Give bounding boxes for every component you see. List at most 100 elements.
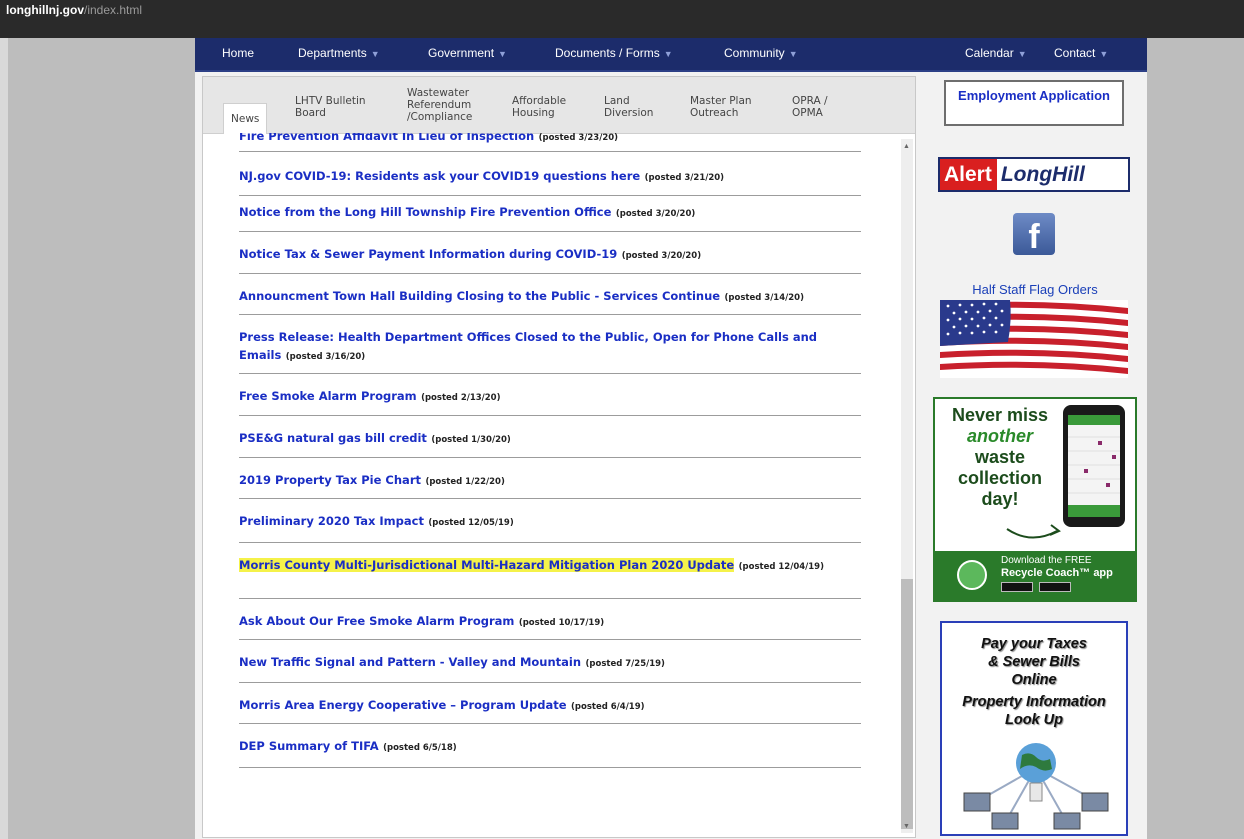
scroll-down-icon[interactable]: ▼ (903, 823, 910, 830)
scrollbar-thumb[interactable] (901, 579, 913, 829)
half-staff-label: Half Staff Flag Orders (972, 282, 1098, 297)
news-item[interactable]: Ask About Our Free Smoke Alarm Program (… (239, 598, 861, 640)
news-link[interactable]: Ask About Our Free Smoke Alarm Program (239, 614, 514, 628)
flag-graphic (940, 300, 1128, 378)
sidebar: Employment Application Alert LongHill f H… (930, 76, 1140, 836)
tab-label: Wastewater Referendum /Compliance (407, 87, 473, 123)
recycle-message: Never miss another waste collection day! (941, 405, 1059, 510)
scroll-up-icon[interactable]: ▲ (903, 143, 910, 150)
tab-bar: News LHTV Bulletin Board Wastewater Refe… (203, 77, 915, 134)
news-date: (posted 12/05/19) (428, 518, 514, 528)
tab-opra-opma[interactable]: OPRA / OPMA (792, 95, 842, 119)
pay-taxes-banner[interactable]: Pay your Taxes & Sewer Bills Online Prop… (940, 621, 1128, 836)
nav-item-home[interactable]: Home (222, 46, 254, 60)
nav-item-documents-forms[interactable]: Documents / Forms ▼ (555, 46, 673, 60)
news-link[interactable]: New Traffic Signal and Pattern - Valley … (239, 655, 581, 669)
recycle-line: day! (981, 489, 1019, 509)
news-link[interactable]: DEP Summary of TIFA (239, 739, 379, 753)
page-background-right (1147, 38, 1244, 839)
employment-label: Employment Application (958, 88, 1110, 103)
news-date: (posted 3/23/20) (538, 133, 619, 143)
news-item[interactable]: Notice from the Long Hill Township Fire … (239, 195, 861, 232)
nav-label: Contact (1054, 46, 1096, 60)
nav-item-contact[interactable]: Contact ▼ (1054, 46, 1108, 60)
recycle-line: Never miss (951, 405, 1049, 425)
news-link[interactable]: Fire Prevention Affidavit In Lieu of Ins… (239, 133, 534, 143)
news-link[interactable]: Free Smoke Alarm Program (239, 389, 417, 403)
news-date: (posted 3/20/20) (615, 209, 696, 219)
nav-item-calendar[interactable]: Calendar ▼ (965, 46, 1027, 60)
tab-lhtv-bulletin-board[interactable]: LHTV Bulletin Board (295, 95, 385, 119)
us-flag-image[interactable] (940, 300, 1128, 378)
chevron-down-icon: ▼ (1017, 49, 1027, 59)
tab-wastewater-referendum[interactable]: Wastewater Referendum /Compliance (407, 87, 487, 123)
news-link[interactable]: Morris County Multi-Jurisdictional Multi… (239, 558, 735, 572)
news-item-highlighted[interactable]: Morris County Multi-Jurisdictional Multi… (239, 542, 861, 599)
nav-label: Calendar (965, 46, 1014, 60)
news-item[interactable]: Fire Prevention Affidavit In Lieu of Ins… (239, 133, 861, 152)
tab-affordable-housing[interactable]: Affordable Housing (512, 95, 582, 119)
news-link[interactable]: Notice Tax & Sewer Payment Information d… (239, 247, 617, 261)
nav-label: Home (222, 46, 255, 60)
url-text[interactable]: longhillnj.gov/index.html (6, 3, 142, 17)
nav-label: Documents / Forms (555, 46, 660, 60)
news-item[interactable]: New Traffic Signal and Pattern - Valley … (239, 639, 861, 683)
employment-application-button[interactable]: Employment Application (944, 80, 1124, 126)
news-item[interactable]: NJ.gov COVID-19: Residents ask your COVI… (239, 151, 861, 196)
news-link[interactable]: Announcment Town Hall Building Closing t… (239, 289, 720, 303)
news-link[interactable]: Morris Area Energy Cooperative – Program… (239, 698, 567, 712)
scrollbar[interactable]: ▲ ▼ (901, 139, 913, 833)
news-list: Fire Prevention Affidavit In Lieu of Ins… (239, 133, 861, 833)
tab-news[interactable]: News (223, 103, 268, 134)
tab-land-diversion[interactable]: Land Diversion (604, 95, 664, 119)
network-computers-icon (963, 743, 1109, 830)
alert-text: Alert (940, 159, 997, 190)
taxes-line: Property Information (962, 694, 1106, 710)
news-item[interactable]: Free Smoke Alarm Program (posted 2/13/20… (239, 373, 861, 416)
news-date: (posted 6/4/19) (571, 702, 645, 712)
news-item[interactable]: PSE&G natural gas bill credit (posted 1/… (239, 415, 861, 458)
news-item[interactable]: Announcment Town Hall Building Closing t… (239, 273, 861, 315)
news-date: (posted 6/5/18) (383, 743, 457, 753)
google-play-badge-icon[interactable] (1001, 582, 1033, 592)
recycle-line: collection (957, 468, 1042, 488)
news-item[interactable]: Notice Tax & Sewer Payment Information d… (239, 231, 861, 274)
recycle-coach-logo-icon (957, 560, 987, 590)
alert-longhill-banner[interactable]: Alert LongHill (938, 157, 1130, 192)
nav-item-government[interactable]: Government ▼ (428, 46, 507, 60)
nav-item-community[interactable]: Community ▼ (724, 46, 798, 60)
news-date: (posted 1/22/20) (425, 477, 505, 487)
nav-item-departments[interactable]: Departments ▼ (298, 46, 380, 60)
recycle-coach-banner[interactable]: Never miss another waste collection day! (933, 397, 1137, 602)
longhill-text: LongHill (1000, 163, 1085, 186)
news-link[interactable]: 2019 Property Tax Pie Chart (239, 473, 421, 487)
news-date: (posted 3/20/20) (621, 251, 702, 261)
app-store-badge-icon[interactable] (1038, 582, 1071, 592)
news-date: (posted 3/16/20) (285, 352, 366, 362)
news-link[interactable]: Notice from the Long Hill Township Fire … (239, 205, 611, 219)
news-item[interactable]: 2019 Property Tax Pie Chart (posted 1/22… (239, 457, 861, 499)
facebook-icon[interactable]: f (1013, 213, 1055, 256)
browser-url-bar[interactable]: longhillnj.gov/index.html (0, 0, 1244, 38)
news-link[interactable]: Preliminary 2020 Tax Impact (239, 514, 424, 528)
news-item[interactable]: Preliminary 2020 Tax Impact (posted 12/0… (239, 498, 861, 543)
tab-label: OPRA / OPMA (792, 95, 828, 119)
news-link[interactable]: NJ.gov COVID-19: Residents ask your COVI… (239, 169, 640, 183)
tab-label: News (231, 113, 260, 125)
news-link[interactable]: PSE&G natural gas bill credit (239, 431, 427, 445)
tab-master-plan-outreach[interactable]: Master Plan Outreach (690, 95, 765, 119)
phone-image (1063, 405, 1125, 527)
facebook-letter: f (1028, 218, 1040, 256)
tab-label: LHTV Bulletin Board (295, 95, 366, 119)
tab-label: Master Plan Outreach (690, 95, 752, 119)
news-item[interactable]: Press Release: Health Department Offices… (239, 314, 861, 374)
news-item[interactable]: Morris Area Energy Cooperative – Program… (239, 682, 861, 724)
recycle-line: waste (974, 447, 1026, 467)
chevron-down-icon: ▼ (370, 49, 380, 59)
nav-label: Government (428, 46, 495, 60)
download-bar[interactable]: Download the FREE Recycle Coach™ app (935, 551, 1135, 600)
chevron-down-icon: ▼ (788, 49, 798, 59)
news-item[interactable]: DEP Summary of TIFA (posted 6/5/18) (239, 723, 861, 768)
half-staff-flag-link[interactable]: Half Staff Flag Orders (940, 282, 1130, 297)
taxes-line: Pay your Taxes (981, 636, 1087, 652)
